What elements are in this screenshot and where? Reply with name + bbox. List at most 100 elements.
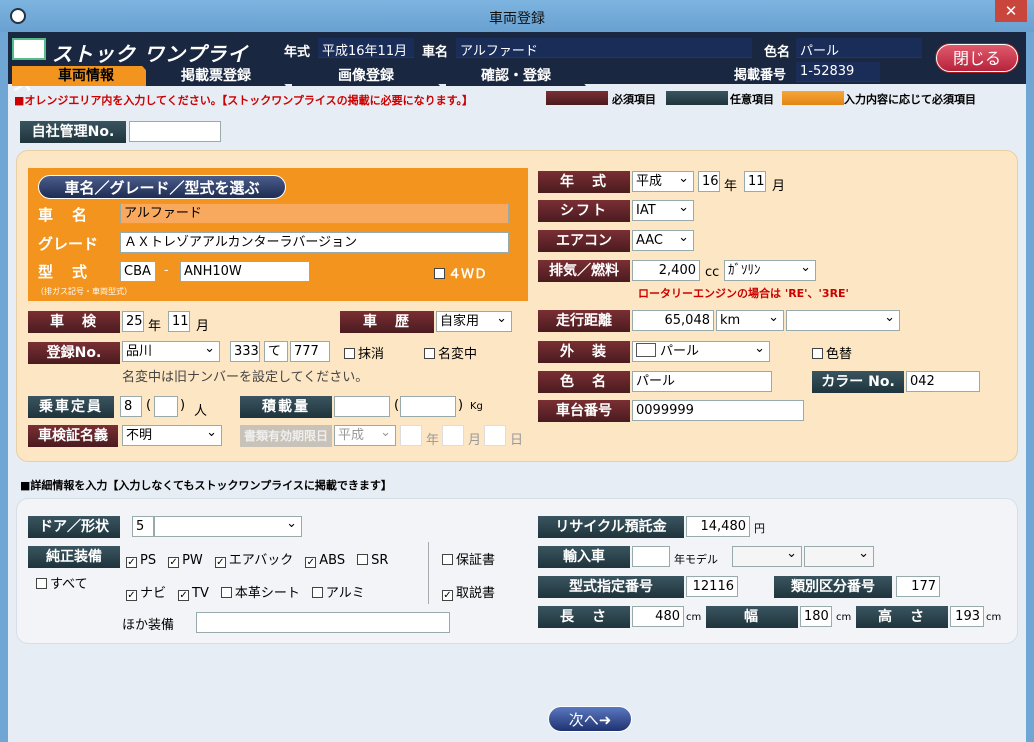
mileage-label: 走行距離 bbox=[538, 310, 630, 332]
spec-year-input[interactable]: 16 bbox=[698, 171, 720, 192]
import-select-2[interactable] bbox=[804, 546, 874, 567]
history-select[interactable]: 自家用 bbox=[436, 311, 512, 332]
colorname-input[interactable]: パール bbox=[632, 371, 772, 392]
equip-checkbox[interactable]: ✓ ナビ bbox=[126, 586, 166, 601]
model-separator: - bbox=[164, 263, 169, 278]
other-equip-input[interactable] bbox=[196, 612, 450, 633]
import-input[interactable] bbox=[632, 546, 670, 567]
door-input[interactable]: 5 bbox=[132, 516, 154, 537]
manual-label: 取説書 bbox=[456, 586, 496, 601]
colorno-label: カラー No. bbox=[812, 371, 904, 393]
vehicle-name-input[interactable]: アルファード bbox=[120, 203, 509, 224]
equip-label: エアバック bbox=[228, 553, 294, 568]
classno-input[interactable]: 177 bbox=[896, 576, 940, 597]
registration-num2-input[interactable]: 777 bbox=[290, 341, 330, 362]
mileage-unit-select[interactable]: km bbox=[716, 310, 784, 331]
capacity-sub-input[interactable] bbox=[154, 396, 178, 417]
doc-expiry-year-unit: 年 bbox=[426, 433, 440, 448]
capacity-input[interactable]: 8 bbox=[120, 396, 142, 417]
typeno-input[interactable]: 12116 bbox=[686, 576, 738, 597]
classno-label: 類別区分番号 bbox=[774, 576, 892, 598]
colorno-input[interactable]: 042 bbox=[906, 371, 980, 392]
window-close-button[interactable]: ✕ bbox=[995, 0, 1027, 22]
chassis-input[interactable]: 0099999 bbox=[632, 400, 804, 421]
load-sub-input[interactable] bbox=[400, 396, 456, 417]
mileage-extra-select[interactable] bbox=[786, 310, 900, 331]
internal-no-input[interactable] bbox=[129, 121, 221, 142]
doc-expiry-month-input[interactable] bbox=[442, 425, 464, 446]
load-input[interactable] bbox=[334, 396, 390, 417]
header-name-value: アルファード bbox=[456, 38, 752, 59]
equip-checkbox[interactable]: アルミ bbox=[311, 586, 365, 601]
mileage-input[interactable]: 65,048 bbox=[632, 310, 714, 331]
height-input[interactable]: 193 bbox=[950, 606, 984, 627]
equip-checkbox[interactable]: ✓ エアバック bbox=[214, 553, 294, 568]
window-title: 車両登録 bbox=[489, 11, 545, 27]
repaint-label: 色替 bbox=[826, 347, 853, 362]
import-select-1[interactable] bbox=[732, 546, 802, 567]
checkbox-icon bbox=[424, 348, 435, 359]
equip-checkbox[interactable]: ✓ PW bbox=[168, 553, 203, 568]
spec-month-input[interactable]: 11 bbox=[744, 171, 766, 192]
repaint-checkbox[interactable]: 色替 bbox=[812, 343, 852, 362]
inspection-year-input[interactable]: 25 bbox=[122, 311, 144, 332]
model-prefix-input[interactable]: CBA bbox=[120, 261, 156, 282]
tab-listing-sheet[interactable]: 掲載票登録 bbox=[146, 66, 286, 86]
width-input[interactable]: 180 bbox=[800, 606, 832, 627]
import-label: 輸入車 bbox=[538, 546, 630, 568]
4wd-checkbox[interactable]: ４ＷＤ bbox=[434, 263, 487, 282]
length-input[interactable]: 480 bbox=[632, 606, 684, 627]
equip-label: 純正装備 bbox=[28, 546, 120, 568]
width-label: 幅 bbox=[706, 606, 798, 628]
fuel-select[interactable]: ｶﾞｿﾘﾝ bbox=[724, 260, 816, 281]
tab-confirm-register[interactable]: 確認・登録 bbox=[446, 66, 586, 86]
equip-all-label: すべて bbox=[50, 577, 88, 592]
equip-checkbox[interactable]: SR bbox=[357, 553, 388, 568]
inspection-month-input[interactable]: 11 bbox=[168, 311, 190, 332]
equip-checkbox[interactable]: ✓ ABS bbox=[305, 553, 345, 568]
choose-vehicle-button[interactable]: 車名／グレード／型式を選ぶ bbox=[38, 175, 286, 199]
next-button[interactable]: 次へ➜ bbox=[548, 706, 632, 732]
model-input[interactable]: ANH10W bbox=[180, 261, 310, 282]
manual-checkbox[interactable]: ✓ 取説書 bbox=[442, 582, 495, 601]
doc-expiry-year-input[interactable] bbox=[400, 425, 422, 446]
inspection-label: 車 検 bbox=[28, 311, 120, 333]
checkbox-icon: ✓ bbox=[126, 557, 137, 568]
spec-year-era-select[interactable]: 平成 bbox=[632, 171, 694, 192]
internal-no-label: 自社管理No. bbox=[20, 121, 126, 143]
close-button[interactable]: 閉じる bbox=[936, 44, 1018, 72]
listing-number-label: 掲載番号 bbox=[734, 68, 787, 83]
tab-image-upload[interactable]: 画像登録 bbox=[292, 66, 440, 86]
spec-year-label: 年 式 bbox=[538, 171, 630, 193]
client-area: ストック ワンプライス 年式 平成16年11月 車名 アルファード 色名 パール… bbox=[8, 32, 1026, 742]
ac-select[interactable]: AAC bbox=[632, 230, 694, 251]
registration-kana-input[interactable]: て bbox=[264, 341, 288, 362]
rename-checkbox[interactable]: 名変中 bbox=[424, 343, 477, 362]
doc-expiry-era-select[interactable]: 平成 bbox=[334, 425, 396, 446]
tab-vehicle-info[interactable]: 車両情報 bbox=[12, 66, 160, 86]
shift-select[interactable]: IAT bbox=[632, 200, 694, 221]
inspection-month-unit: 月 bbox=[196, 319, 210, 334]
cancel-checkbox[interactable]: 抹消 bbox=[344, 343, 384, 362]
warranty-checkbox[interactable]: 保証書 bbox=[442, 549, 495, 568]
spec-year-unit: 年 bbox=[724, 179, 738, 194]
model-label: 型 式 bbox=[38, 263, 90, 281]
recycle-label: リサイクル預託金 bbox=[538, 516, 684, 538]
exhaust-input[interactable]: 2,400 bbox=[632, 260, 700, 281]
doc-expiry-day-input[interactable] bbox=[484, 425, 506, 446]
recycle-input[interactable]: 14,480 bbox=[686, 516, 750, 537]
grade-input[interactable]: ＡＸトレゾアアルカンターラバージョン bbox=[120, 232, 509, 253]
equip-checkbox[interactable]: 本革シート bbox=[220, 586, 300, 601]
equip-checkbox[interactable]: ✓ PS bbox=[126, 553, 156, 568]
shape-select[interactable] bbox=[154, 516, 302, 537]
doc-expiry-month-unit: 月 bbox=[468, 433, 482, 448]
registration-num1-input[interactable]: 333 bbox=[230, 341, 260, 362]
equip-all-checkbox[interactable]: すべて bbox=[36, 573, 88, 592]
registration-area-select[interactable]: 品川 bbox=[122, 341, 220, 362]
equip-checkbox[interactable]: ✓ TV bbox=[178, 586, 209, 601]
legend-optional: 任意項目 bbox=[730, 93, 774, 106]
4wd-label: ４ＷＤ bbox=[448, 267, 488, 282]
owner-select[interactable]: 不明 bbox=[122, 425, 222, 446]
shift-label: シフト bbox=[538, 200, 630, 222]
exterior-select[interactable]: パール bbox=[632, 341, 770, 362]
